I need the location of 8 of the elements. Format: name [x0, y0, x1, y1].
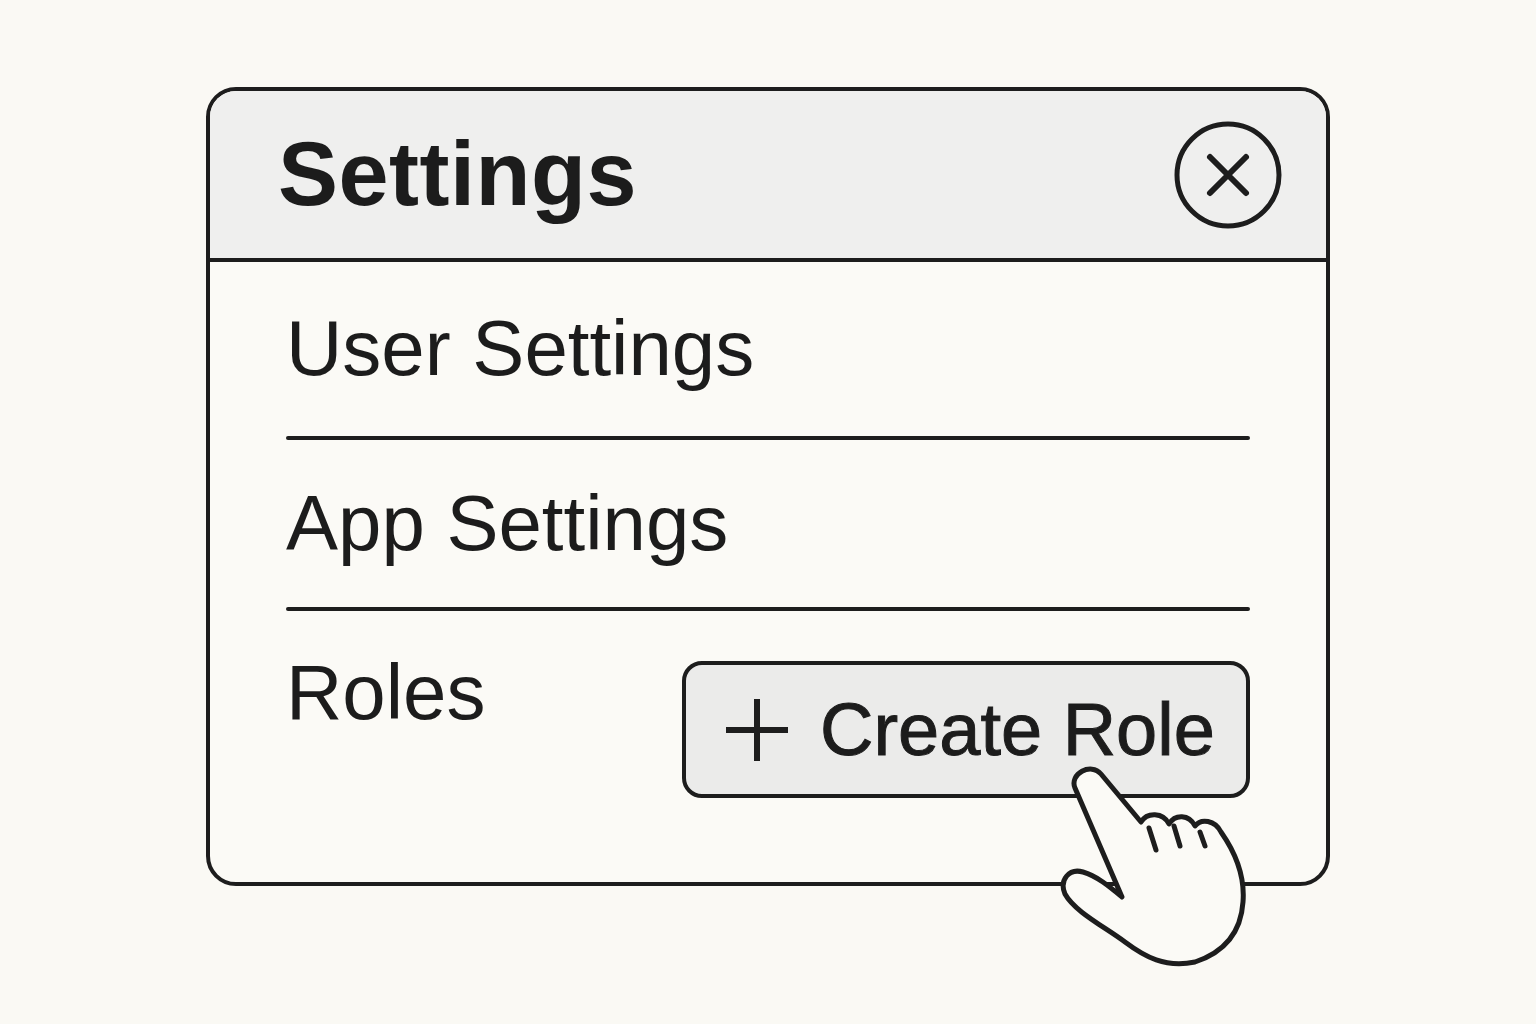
- settings-item[interactable]: User Settings: [286, 304, 755, 394]
- dialog-title: Settings: [278, 125, 638, 224]
- close-icon: [1174, 120, 1282, 229]
- settings-item[interactable]: App Settings: [286, 478, 729, 569]
- settings-item[interactable]: Roles: [286, 648, 486, 738]
- create-role-button[interactable]: Create Role: [682, 661, 1250, 798]
- plus-icon: [726, 698, 788, 761]
- close-button[interactable]: [1174, 120, 1282, 229]
